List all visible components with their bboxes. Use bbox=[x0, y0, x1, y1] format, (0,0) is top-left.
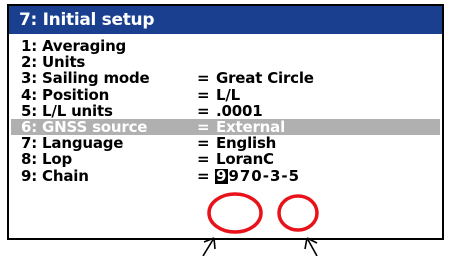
menu-item-gnss-source: 6: GNSS source = External bbox=[11, 117, 440, 136]
menu-item-lop[interactable]: 8: Lop = LoranC bbox=[9, 151, 442, 167]
menu-item-chain[interactable]: 9: Chain = 9970-3-5 bbox=[9, 168, 442, 184]
edit-cursor: 9 bbox=[215, 166, 229, 185]
equals-sign: = bbox=[197, 150, 210, 169]
menu-item-sailing-mode[interactable]: 3: Sailing mode = Great Circle bbox=[9, 70, 442, 86]
menu-item-position[interactable]: 4: Position = L/L bbox=[9, 87, 442, 103]
menu-item-value: Great Circle bbox=[216, 69, 314, 88]
menu-item-label: 3: Sailing mode bbox=[21, 69, 150, 88]
menu-item-ll-units[interactable]: 5: L/L units = .0001 bbox=[9, 103, 442, 119]
menu-item-value: External bbox=[216, 117, 286, 136]
chain-value-editor[interactable]: 9970-3-5 bbox=[215, 168, 300, 184]
menu-item-value: English bbox=[216, 134, 277, 153]
menu-item-label: 8: Lop bbox=[21, 150, 73, 169]
menu-item-value: .0001 bbox=[216, 101, 263, 120]
menu-item-label: 4: Position bbox=[21, 85, 110, 104]
chain-value-rest: 970-3-5 bbox=[228, 166, 301, 185]
menu-item-label: 5: L/L units bbox=[21, 101, 113, 120]
setup-menu: 1: Averaging 2: Units 3: Sailing mode = … bbox=[9, 38, 442, 184]
lcd-screen: 7: Initial setup 1: Averaging 2: Units 3… bbox=[7, 4, 444, 240]
menu-item-language[interactable]: 7: Language = English bbox=[9, 135, 442, 151]
menu-item-label: 7: Language bbox=[21, 134, 124, 153]
menu-item-value: L/L bbox=[216, 85, 240, 104]
menu-item-label: 9: Chain bbox=[21, 166, 89, 185]
equals-sign: = bbox=[197, 166, 210, 185]
equals-sign: = bbox=[197, 101, 210, 120]
right-arrow-icon bbox=[304, 237, 318, 256]
menu-item-units[interactable]: 2: Units bbox=[9, 54, 442, 70]
menu-item-averaging[interactable]: 1: Averaging bbox=[9, 38, 442, 54]
equals-sign: = bbox=[197, 117, 210, 136]
equals-sign: = bbox=[197, 85, 210, 104]
menu-item-label: 2: Units bbox=[21, 53, 86, 72]
left-arrow-icon bbox=[202, 237, 216, 256]
menu-item-label: 1: Averaging bbox=[21, 37, 127, 55]
equals-sign: = bbox=[197, 69, 210, 88]
menu-title: 7: Initial setup bbox=[9, 6, 442, 34]
menu-item-label: 6: GNSS source bbox=[21, 117, 148, 136]
equals-sign: = bbox=[197, 134, 210, 153]
menu-item-value: LoranC bbox=[216, 150, 274, 169]
